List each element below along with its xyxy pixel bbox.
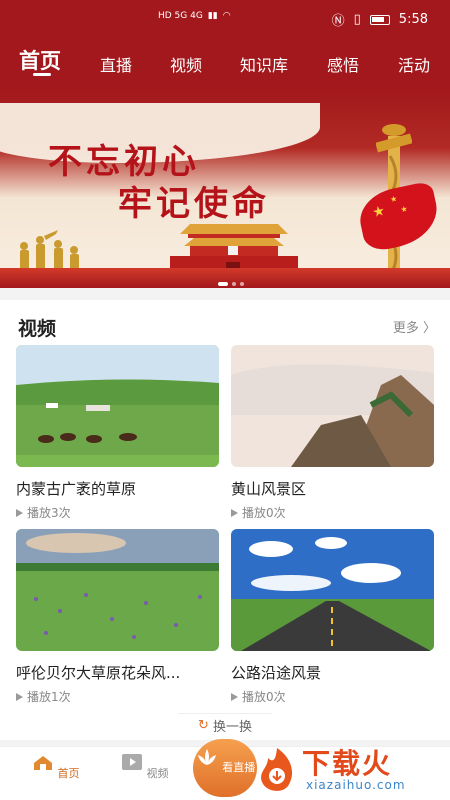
home-icon	[34, 756, 52, 770]
play-count: 播放1次	[16, 688, 219, 705]
watch-live-button[interactable]: 看直播	[193, 739, 257, 797]
refresh-label: 换一换	[212, 720, 252, 735]
play-count-text: 播放0次	[242, 506, 286, 520]
video-thumbnail	[231, 529, 434, 651]
play-count-text: 播放3次	[27, 506, 71, 520]
signal-icon: ▮▮	[207, 11, 218, 21]
network-text: HD 5G 4G	[158, 11, 203, 21]
tab-live[interactable]: 直播	[100, 52, 132, 76]
refresh-icon: ↻	[198, 718, 209, 733]
bottom-tab-video[interactable]: 视频	[121, 753, 169, 781]
play-count: 播放3次	[16, 504, 219, 521]
clock: 5:58	[398, 12, 428, 27]
wifi-icon: ◠	[222, 11, 231, 21]
section-title: 视频	[18, 318, 57, 340]
network-indicators: HD 5G 4G ▮▮ ◠	[158, 11, 231, 21]
watermark-logo: 下载火 xiazaihuo.com	[252, 740, 442, 798]
play-count: 播放0次	[231, 504, 434, 521]
banner-carousel[interactable]: 不忘初心 牢记使命 ★ ★ ★	[0, 88, 450, 288]
bottom-tab-video-label: 视频	[146, 767, 169, 780]
battery-icon	[369, 14, 390, 25]
vibrate-icon: ▯	[353, 12, 361, 27]
video-thumbnail	[16, 529, 219, 651]
refresh-button[interactable]: ↻ 换一换	[178, 713, 272, 737]
carousel-dot	[232, 282, 236, 286]
video-card[interactable]: 呼伦贝尔大草原花朵风... 播放1次	[16, 529, 219, 705]
status-right: Ⓝ ▯ 5:58	[332, 10, 428, 29]
carousel-dot	[240, 282, 244, 286]
flame-icon	[261, 748, 293, 791]
video-thumbnail	[16, 345, 219, 467]
play-icon	[16, 692, 23, 701]
video-title: 内蒙古广袤的草原	[16, 480, 137, 498]
national-flag-image: ★ ★ ★	[354, 180, 444, 254]
tab-home[interactable]: 首页	[19, 45, 61, 75]
play-count: 播放0次	[231, 688, 434, 705]
nfc-icon: Ⓝ	[331, 14, 345, 29]
play-icon	[231, 692, 238, 701]
bottom-tab-home[interactable]: 首页	[32, 753, 80, 781]
video-title: 呼伦贝尔大草原花朵风...	[16, 664, 181, 682]
watermark-subtext: xiazaihuo.com	[306, 778, 406, 792]
video-section: 视频 更多 〉 内蒙古广袤的草原 播放3次 黄山风景区 播放0次 呼伦贝尔大草原…	[0, 300, 450, 740]
video-card[interactable]: 公路沿途风景 播放0次	[231, 529, 434, 705]
video-icon	[122, 754, 142, 770]
video-title: 黄山风景区	[231, 480, 307, 498]
tab-video[interactable]: 视频	[170, 52, 202, 76]
carousel-dots	[218, 282, 244, 286]
top-nav: 首页 直播 视频 知识库 感悟 活动	[0, 36, 450, 88]
play-count-text: 播放1次	[27, 690, 71, 704]
play-icon	[231, 508, 238, 517]
bottom-tab-home-label: 首页	[57, 767, 80, 780]
tab-activities[interactable]: 活动	[398, 52, 430, 76]
video-card[interactable]: 黄山风景区 播放0次	[231, 345, 434, 521]
video-thumbnail	[231, 345, 434, 467]
tab-knowledge[interactable]: 知识库	[240, 52, 288, 76]
carousel-dot-active	[218, 282, 228, 286]
play-count-text: 播放0次	[242, 690, 286, 704]
play-icon	[16, 508, 23, 517]
lotus-icon	[197, 749, 216, 765]
more-link[interactable]: 更多 〉	[393, 317, 436, 336]
active-tab-indicator	[33, 73, 51, 76]
watermark-text: 下载火	[302, 747, 393, 780]
video-title: 公路沿途风景	[231, 664, 322, 682]
tab-insights[interactable]: 感悟	[327, 52, 359, 76]
watch-live-label: 看直播	[222, 761, 256, 774]
video-card[interactable]: 内蒙古广袤的草原 播放3次	[16, 345, 219, 521]
status-bar: HD 5G 4G ▮▮ ◠ Ⓝ ▯ 5:58	[0, 0, 450, 36]
